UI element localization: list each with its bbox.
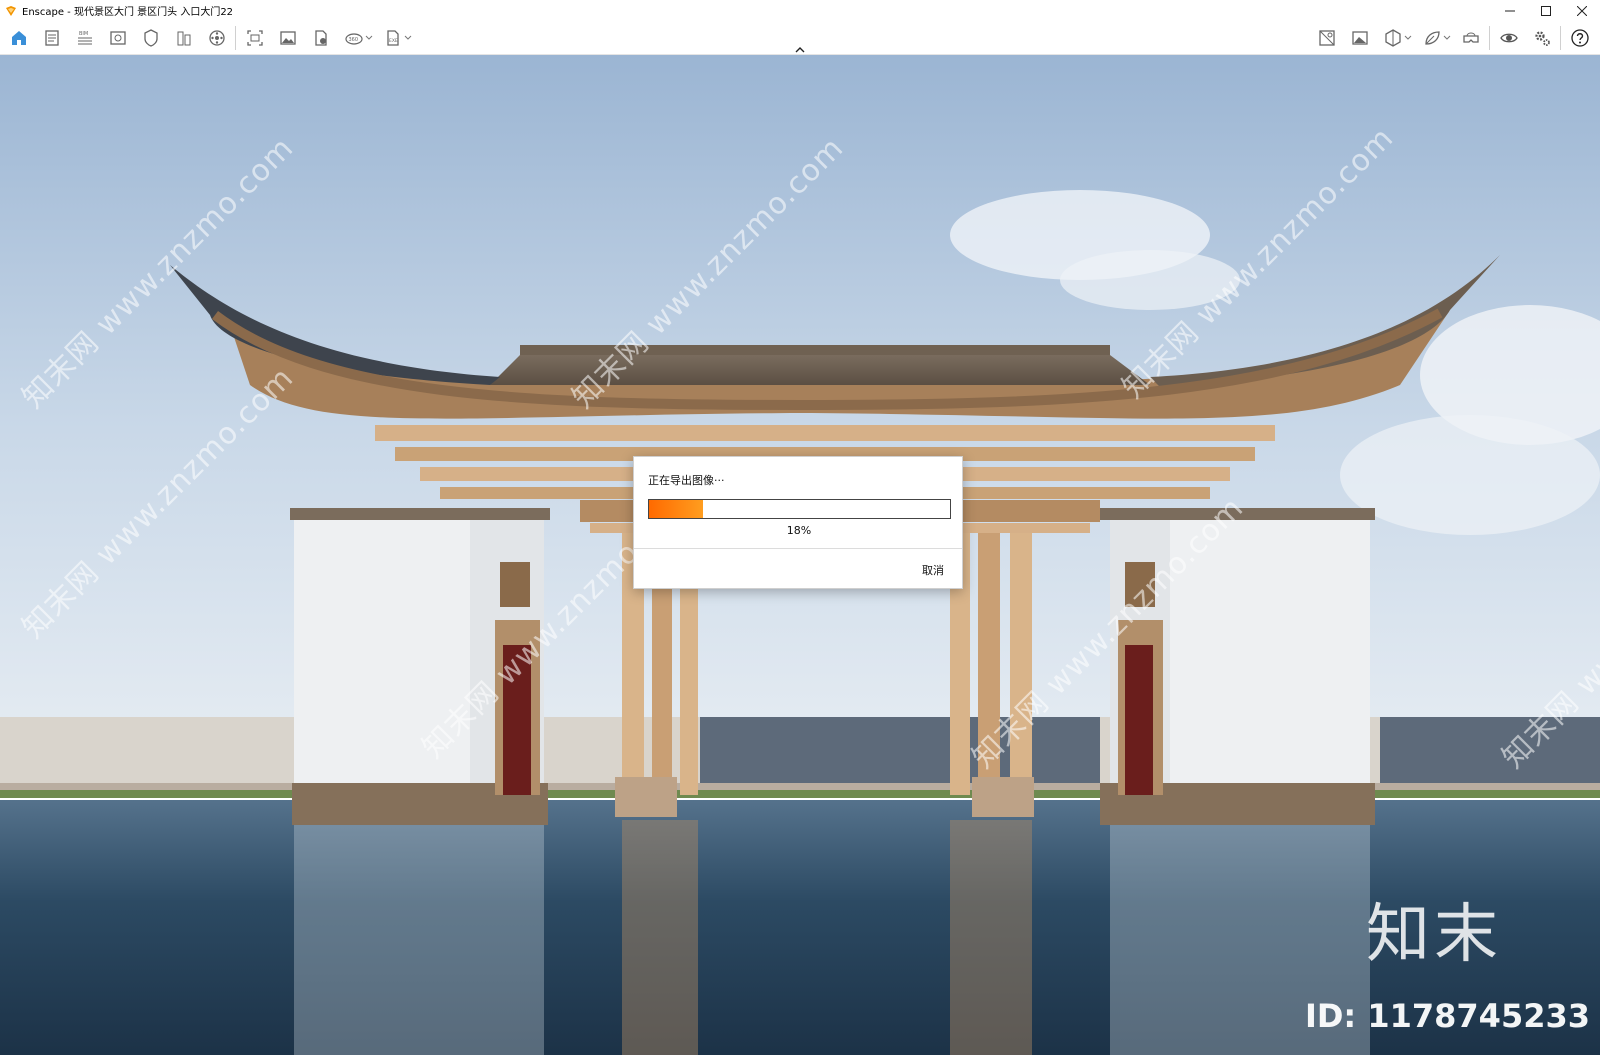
material-editor-button[interactable]: [1343, 24, 1376, 52]
image-export-button[interactable]: [271, 24, 304, 52]
cancel-button[interactable]: 取消: [922, 562, 944, 578]
home-button[interactable]: [2, 24, 35, 52]
enscape-logo-icon: [6, 5, 16, 16]
chevron-up-icon: [795, 47, 805, 53]
exe-export-icon: EXE: [386, 30, 399, 46]
views-icon: [109, 31, 126, 45]
site-context-icon: [177, 31, 190, 46]
title-bar: Enscape - 现代景区大门 景区门头 入口大门22: [0, 0, 1600, 21]
exe-label: EXE: [389, 38, 398, 44]
exe-dropdown[interactable]: [403, 35, 413, 41]
safe-frame-icon: [143, 29, 158, 47]
progress-bar: [648, 499, 951, 519]
help-button[interactable]: [1563, 24, 1596, 52]
views-button[interactable]: [101, 24, 134, 52]
material-icon: [1351, 31, 1368, 45]
section-dropdown[interactable]: [1403, 35, 1413, 41]
toolbar-left-group: BIM 360 EXE: [2, 21, 415, 55]
close-icon: [1577, 5, 1587, 16]
window-controls: [1492, 0, 1600, 21]
asset-library-icon: [1318, 30, 1335, 46]
maximize-icon: [1541, 5, 1551, 16]
section-icon: [1384, 29, 1401, 47]
dialog-divider: [634, 548, 962, 549]
chevron-down-icon: [404, 35, 412, 40]
asset-library-button[interactable]: [1310, 24, 1343, 52]
safe-frame-button[interactable]: [134, 24, 167, 52]
panorama-dropdown[interactable]: [364, 35, 374, 41]
progress-fill: [649, 500, 704, 518]
toolbar-separator: [235, 26, 236, 50]
atmosphere-icon: [1424, 31, 1440, 45]
collapse-toolbar-button[interactable]: [793, 45, 807, 55]
panorama-360-icon: 360: [344, 33, 363, 45]
screenshot-button[interactable]: [238, 24, 271, 52]
help-icon: [1570, 29, 1589, 47]
vr-headset-button[interactable]: [1454, 24, 1487, 52]
image-export-icon: [279, 31, 296, 45]
toolbar-separator: [1560, 26, 1561, 50]
settings-button[interactable]: [1525, 24, 1558, 52]
home-icon: [11, 31, 26, 45]
video-button[interactable]: [200, 24, 233, 52]
project-notes-icon: [44, 30, 59, 46]
panorama-label: 360: [348, 37, 358, 43]
minimize-icon: [1505, 10, 1515, 11]
vr-headset-icon: [1462, 32, 1479, 43]
dialog-title: 正在导出图像···: [648, 474, 725, 487]
chevron-down-icon: [1404, 35, 1412, 40]
visibility-icon: [1499, 33, 1518, 43]
bim-icon: BIM: [77, 31, 92, 45]
visibility-button[interactable]: [1492, 24, 1525, 52]
brand-id: ID: 1178745233: [1304, 997, 1590, 1035]
bim-button[interactable]: BIM: [68, 24, 101, 52]
site-context-button[interactable]: [167, 24, 200, 52]
toolbar: BIM 360 EXE: [0, 21, 1600, 55]
batch-render-button[interactable]: [304, 24, 337, 52]
brand-logo: 知末: [1366, 898, 1502, 972]
settings-icon: [1534, 31, 1550, 46]
toolbar-separator: [1489, 26, 1490, 50]
bim-label: BIM: [79, 31, 88, 37]
chevron-down-icon: [365, 35, 373, 40]
progress-percent: 18%: [786, 524, 812, 537]
export-progress-dialog: 正在导出图像··· 18% 取消: [633, 456, 963, 589]
video-icon: [208, 30, 225, 46]
toolbar-right-group: [1310, 21, 1596, 55]
atmosphere-dropdown[interactable]: [1442, 35, 1452, 41]
maximize-button[interactable]: [1528, 0, 1564, 21]
close-button[interactable]: [1564, 0, 1600, 21]
minimize-button[interactable]: [1492, 0, 1528, 21]
screenshot-icon: [246, 30, 263, 46]
project-notes-button[interactable]: [35, 24, 68, 52]
chevron-down-icon: [1443, 35, 1451, 40]
window-title: Enscape - 现代景区大门 景区门头 入口大门22: [22, 7, 234, 18]
batch-render-icon: [314, 30, 327, 46]
